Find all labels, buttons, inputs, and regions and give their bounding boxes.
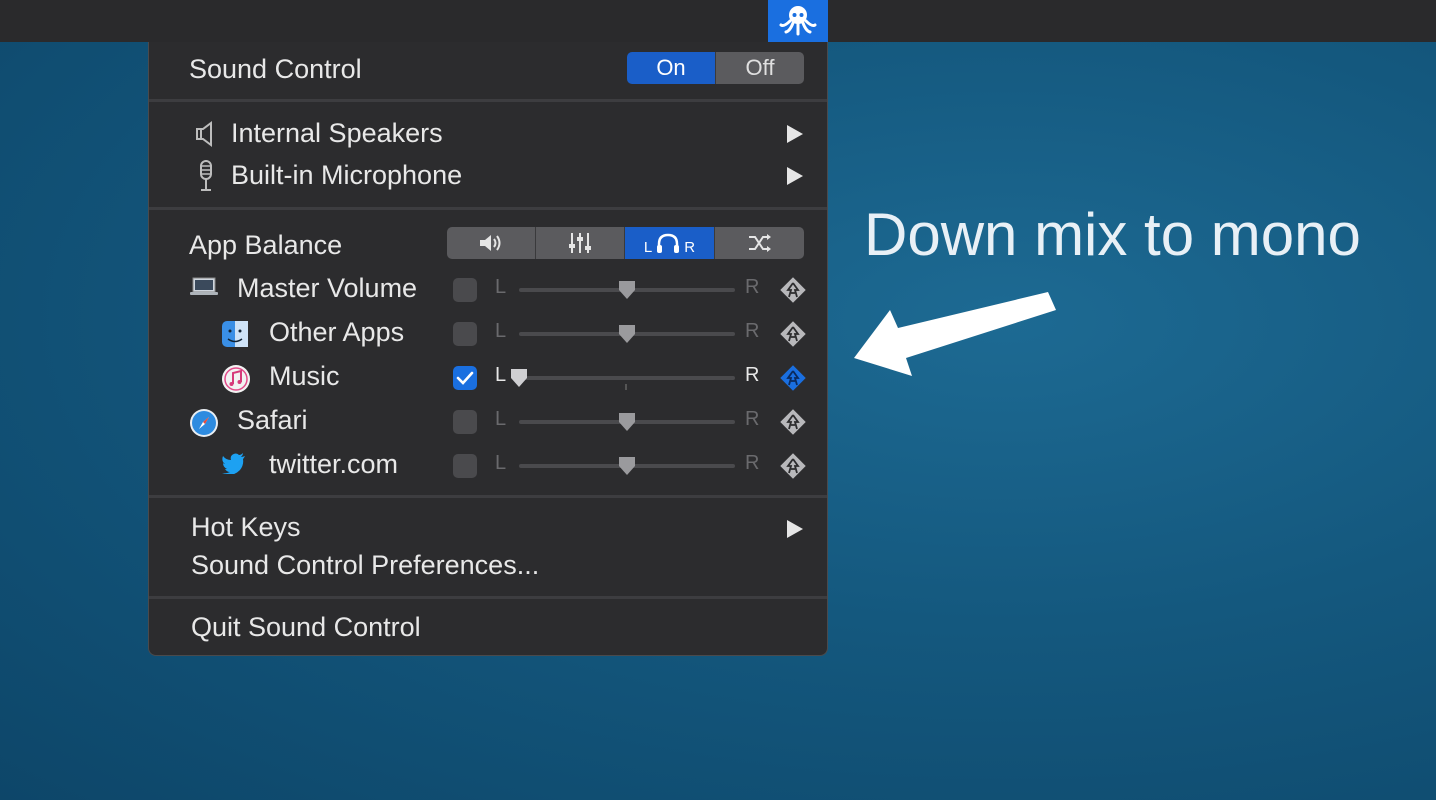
microphone-icon — [200, 160, 212, 191]
app-balance-label: App Balance — [189, 230, 343, 260]
separator — [149, 207, 827, 210]
mono-checkbox[interactable] — [453, 278, 477, 302]
volume-icon — [480, 235, 501, 251]
app-balance-row: Safari L R — [149, 400, 827, 444]
annotation-text: Down mix to mono — [864, 201, 1361, 268]
shuffle-icon — [748, 234, 771, 252]
mono-checkbox[interactable] — [453, 410, 477, 434]
balance-slider[interactable] — [519, 413, 735, 431]
route-icon[interactable] — [779, 408, 807, 436]
preferences-item[interactable]: Sound Control Preferences... — [149, 548, 827, 584]
octopus-icon — [779, 6, 817, 36]
safari-icon — [189, 408, 218, 437]
power-on-button[interactable]: On — [627, 52, 716, 84]
device-item-microphone[interactable]: Built-in Microphone — [149, 156, 827, 196]
route-icon[interactable] — [779, 452, 807, 480]
power-off-button[interactable]: Off — [716, 52, 804, 84]
submenu-arrow-icon — [787, 125, 803, 143]
balance-left-label: L — [643, 238, 653, 256]
volume-mode-button[interactable] — [447, 227, 536, 259]
balance-slider[interactable] — [519, 325, 735, 343]
power-toggle[interactable]: On Off — [627, 52, 804, 84]
laptop-icon — [189, 276, 218, 304]
quit-label: Quit Sound Control — [191, 612, 421, 642]
balance-slider-knob[interactable] — [510, 368, 528, 388]
menu-title: Sound Control — [189, 54, 362, 84]
left-channel-label: L — [495, 276, 507, 298]
app-name: Master Volume — [237, 273, 418, 303]
route-icon[interactable] — [779, 364, 807, 392]
app-balance-row: Music L R — [149, 356, 827, 400]
device-label: Built-in Microphone — [231, 160, 463, 190]
balance-slider[interactable] — [519, 281, 735, 299]
separator — [149, 99, 827, 102]
mono-checkbox[interactable] — [453, 322, 477, 346]
mode-selector[interactable]: L R — [447, 227, 804, 259]
equalizer-mode-button[interactable] — [536, 227, 625, 259]
left-channel-label: L — [495, 364, 507, 386]
device-item-speakers[interactable]: Internal Speakers — [149, 114, 827, 154]
right-channel-label: R — [745, 452, 760, 474]
music-icon — [221, 364, 250, 393]
balance-slider-knob[interactable] — [618, 412, 636, 432]
app-name: Safari — [237, 405, 308, 435]
balance-mode-button[interactable]: L R — [625, 227, 715, 259]
submenu-arrow-icon — [787, 520, 803, 538]
right-channel-label: R — [745, 320, 760, 342]
balance-slider[interactable] — [511, 369, 735, 390]
twitter-icon — [221, 452, 249, 480]
separator — [149, 495, 827, 498]
route-icon[interactable] — [779, 276, 807, 304]
equalizer-icon — [569, 233, 591, 253]
app-name: Other Apps — [269, 317, 405, 347]
hot-keys-label: Hot Keys — [191, 512, 301, 542]
app-balance-row: twitter.com L R — [149, 444, 827, 488]
balance-slider[interactable] — [519, 457, 735, 475]
shuffle-mode-button[interactable] — [715, 227, 804, 259]
balance-slider-knob[interactable] — [618, 456, 636, 476]
headphones-icon — [657, 233, 680, 253]
sound-control-menu: Sound Control On Off Internal Speakers B… — [148, 42, 828, 656]
balance-right-label: R — [684, 238, 696, 256]
right-channel-label: R — [745, 364, 760, 386]
right-channel-label: R — [745, 408, 760, 430]
menu-bar — [0, 0, 1436, 42]
finder-icon — [221, 320, 249, 348]
quit-item[interactable]: Quit Sound Control — [149, 608, 827, 648]
app-name: twitter.com — [269, 449, 399, 479]
right-channel-label: R — [745, 276, 760, 298]
mono-checkbox[interactable] — [453, 454, 477, 478]
balance-slider-knob[interactable] — [618, 324, 636, 344]
mono-checkbox[interactable] — [453, 366, 477, 390]
submenu-arrow-icon — [787, 167, 803, 185]
device-label: Internal Speakers — [231, 118, 443, 148]
separator — [149, 596, 827, 599]
app-balance-row: Other Apps L R — [149, 312, 827, 356]
left-channel-label: L — [495, 408, 507, 430]
annotation-arrow-icon — [854, 292, 1056, 376]
speaker-icon — [196, 121, 212, 147]
hot-keys-item[interactable]: Hot Keys — [149, 508, 827, 548]
balance-slider-knob[interactable] — [618, 280, 636, 300]
app-name: Music — [269, 361, 340, 391]
left-channel-label: L — [495, 320, 507, 342]
route-icon[interactable] — [779, 320, 807, 348]
sound-control-tray-button[interactable] — [768, 0, 828, 42]
preferences-label: Sound Control Preferences... — [191, 550, 540, 580]
left-channel-label: L — [495, 452, 507, 474]
app-balance-row: Master Volume L R — [149, 268, 827, 312]
